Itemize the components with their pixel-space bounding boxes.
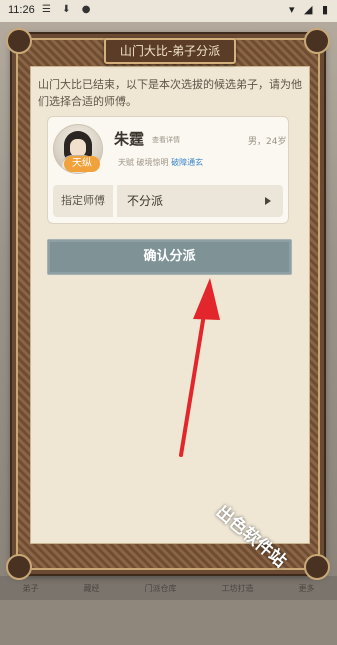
status-bar: 11:26 ☰ ⬇ ● ▾ ◢ ▮: [0, 0, 337, 22]
disciple-traits: 天赋 破境惊明 破障通玄: [118, 157, 203, 168]
confirm-assign-button[interactable]: 确认分派: [47, 239, 292, 275]
assign-master-select[interactable]: 不分派: [117, 185, 283, 217]
dialog-intro-text: 山门大比已结束，以下是本次选拔的候选弟子，请为他们选择合适的师傅。: [38, 78, 302, 108]
disciple-name: 朱霆: [114, 130, 145, 148]
trait-prefix: 天赋: [118, 158, 134, 167]
frame-corner-ornament: [304, 28, 330, 54]
view-details-link[interactable]: 查看详情: [152, 135, 180, 145]
assign-master-row: 指定师傅 不分派: [53, 185, 283, 217]
disciple-gender-age: 男，24岁: [248, 137, 287, 147]
nav-item-more: 更多: [298, 583, 315, 593]
nav-item-warehouse: 门派仓库: [144, 583, 177, 593]
frame-corner-ornament: [6, 28, 32, 54]
chevron-right-icon: [265, 197, 271, 205]
status-time: 11:26: [8, 4, 35, 16]
trait-item-highlight: 破障通玄: [171, 158, 204, 167]
trait-item: 破境惊明: [136, 158, 169, 167]
assign-master-label: 指定师傅: [53, 185, 113, 217]
nav-item-disciple: 弟子: [22, 583, 39, 593]
frame-corner-ornament: [6, 554, 32, 580]
nav-item-scripture: 藏经: [83, 583, 100, 593]
notification-icons: ☰ ⬇ ●: [42, 4, 95, 15]
talent-badge: 天纵: [64, 156, 100, 172]
assign-master-value: 不分派: [127, 194, 164, 208]
system-icons: ▾ ◢ ▮: [288, 3, 331, 16]
dialog-title: 山门大比-弟子分派: [104, 38, 236, 64]
